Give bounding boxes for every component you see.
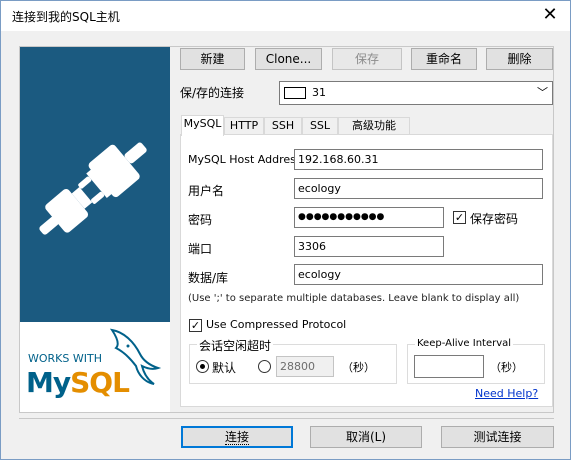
session-timeout-group: 会话空闲超时 默认 28800 （秒） [189, 337, 397, 384]
connect-button-label: 连接 [224, 430, 249, 445]
save-button[interactable]: 保存 [332, 48, 402, 70]
timeout-custom-radio[interactable] [258, 360, 271, 373]
username-label: 用户名 [188, 184, 225, 198]
mysql-logo: WORKS WITH MySQL [20, 322, 170, 412]
database-hint: (Use ';' to separate multiple databases.… [188, 293, 520, 304]
connection-color-swatch [284, 87, 306, 99]
footer-divider [19, 418, 554, 419]
save-password-label: 保存密码 [470, 212, 519, 226]
tab-strip: MySQL HTTP SSH SSL 高级功能 [181, 115, 553, 136]
timeout-seconds-input[interactable]: 28800 [276, 356, 334, 377]
database-label: 数据/库 [188, 271, 229, 285]
compressed-protocol-label: Use Compressed Protocol [206, 318, 347, 331]
mysql-wordmark: MySQL [26, 366, 130, 399]
session-timeout-title: 会话空闲超时 [197, 337, 274, 354]
connect-button[interactable]: 连接 [181, 426, 293, 448]
plug-icon [39, 142, 147, 235]
keep-alive-group: Keep-Alive Interval （秒） [407, 338, 545, 384]
title-bar: 连接到我的SQL主机 ✕ [1, 1, 570, 31]
cancel-button[interactable]: 取消(L) [310, 426, 422, 448]
need-help-link[interactable]: Need Help? [475, 387, 538, 400]
works-with-text: WORKS WITH [28, 352, 102, 365]
dialog-window: 连接到我的SQL主机 ✕ WORKS WITH MySQL 新建 Clone..… [0, 0, 571, 460]
rename-button[interactable]: 重命名 [411, 48, 477, 70]
mysql-brand-text: MySQL [26, 366, 130, 399]
mysql-tab-panel: MySQL Host Address 192.168.60.31 用户名 eco… [180, 134, 553, 407]
chevron-down-icon[interactable]: ﹀ [537, 82, 548, 104]
tab-ssh[interactable]: SSH [264, 117, 302, 135]
new-button[interactable]: 新建 [180, 48, 245, 70]
clone-button[interactable]: Clone... [255, 48, 322, 70]
host-label: MySQL Host Address [188, 153, 302, 166]
password-input[interactable]: ●●●●●●●●●●● [294, 207, 444, 228]
keep-alive-title: Keep-Alive Interval [415, 338, 514, 349]
test-connection-button[interactable]: 测试连接 [441, 426, 554, 448]
timeout-default-radio[interactable] [196, 360, 209, 373]
keep-alive-unit-label: （秒） [490, 361, 523, 374]
window-title: 连接到我的SQL主机 [12, 10, 120, 24]
saved-connection-label: 保/存的连接 [180, 86, 245, 100]
saved-connection-select[interactable]: 31 ﹀ [279, 81, 553, 105]
delete-button[interactable]: 删除 [486, 48, 553, 70]
compressed-protocol-checkbox[interactable]: ✓ [189, 319, 202, 332]
timeout-unit-label: （秒） [342, 361, 375, 374]
sidebar-art [20, 47, 170, 322]
tab-mysql[interactable]: MySQL [181, 115, 224, 136]
saved-connection-value: 31 [312, 86, 326, 99]
username-input[interactable]: ecology [294, 178, 543, 199]
tab-advanced[interactable]: 高级功能 [338, 117, 410, 135]
host-input[interactable]: 192.168.60.31 [294, 149, 543, 170]
close-icon[interactable]: ✕ [538, 4, 562, 28]
sidebar-banner: WORKS WITH MySQL [20, 47, 170, 412]
port-label: 端口 [188, 242, 213, 256]
save-password-checkbox[interactable]: ✓ [453, 211, 466, 224]
password-label: 密码 [188, 213, 213, 227]
tab-http[interactable]: HTTP [224, 117, 264, 135]
keep-alive-input[interactable] [414, 355, 484, 378]
database-input[interactable]: ecology [294, 264, 543, 285]
timeout-default-label: 默认 [212, 361, 237, 375]
tab-ssl[interactable]: SSL [302, 117, 338, 135]
port-input[interactable]: 3306 [294, 236, 444, 257]
